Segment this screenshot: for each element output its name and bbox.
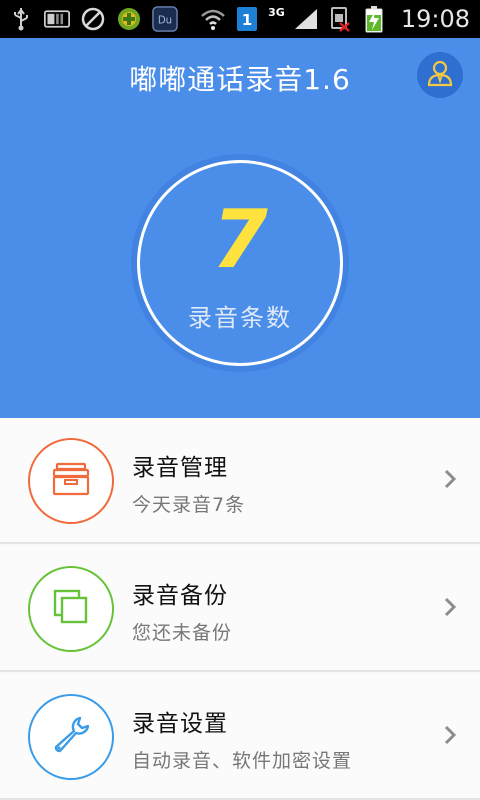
menu-icon-circle	[28, 438, 114, 524]
profile-button[interactable]	[417, 52, 463, 98]
wifi-icon	[200, 6, 226, 32]
menu-item-subtitle: 您还未备份	[132, 622, 233, 644]
menu-icon-circle	[28, 694, 114, 780]
status-bar: Du 1 3G 19:08	[0, 0, 480, 38]
sim-slot-number: 1	[242, 11, 252, 29]
signal-icon	[293, 6, 319, 32]
battery-charging-icon	[361, 6, 387, 33]
network-type-label: 3G	[268, 5, 285, 19]
user-profile-icon	[425, 58, 455, 92]
du-app-icon: Du	[152, 6, 178, 32]
menu-icon-circle	[28, 566, 114, 652]
chevron-right-icon	[442, 468, 458, 490]
svg-text:Du: Du	[158, 16, 172, 27]
wrench-icon	[50, 714, 92, 760]
menu-item-title: 录音备份	[132, 583, 228, 609]
game-icon	[116, 6, 142, 32]
menu-item-recording-manage[interactable]: 录音管理 今天录音7条	[0, 418, 480, 544]
recording-count-label: 录音条数	[188, 304, 292, 332]
copy-layers-icon	[51, 587, 91, 631]
sim-missing-icon	[327, 6, 353, 32]
sim-1-icon: 1	[234, 6, 260, 32]
system-status-area: 1 3G 19:08	[200, 2, 470, 36]
sd-card-icon	[44, 6, 70, 32]
menu-item-recording-settings[interactable]: 录音设置 自动录音、软件加密设置	[0, 674, 480, 800]
archive-box-icon	[51, 462, 91, 500]
header-hero: 嘟嘟通话录音1.6 7 录音条数	[0, 38, 480, 418]
menu-item-subtitle: 今天录音7条	[132, 494, 246, 516]
usb-icon	[8, 6, 34, 32]
menu-item-recording-backup[interactable]: 录音备份 您还未备份	[0, 546, 480, 672]
menu-item-title: 录音设置	[132, 711, 228, 737]
notification-area: Du	[8, 4, 178, 34]
chevron-right-icon	[442, 724, 458, 746]
menu-item-subtitle: 自动录音、软件加密设置	[132, 750, 353, 772]
chevron-right-icon	[442, 596, 458, 618]
blocked-icon	[80, 6, 106, 32]
main-menu: 录音管理 今天录音7条 录音备份 您还未备份 录音设置 自动录音、软件加密设置	[0, 418, 480, 800]
menu-item-title: 录音管理	[132, 455, 228, 481]
recording-count: 7	[212, 193, 268, 286]
app-title: 嘟嘟通话录音1.6	[129, 63, 351, 96]
clock: 19:08	[400, 5, 470, 33]
